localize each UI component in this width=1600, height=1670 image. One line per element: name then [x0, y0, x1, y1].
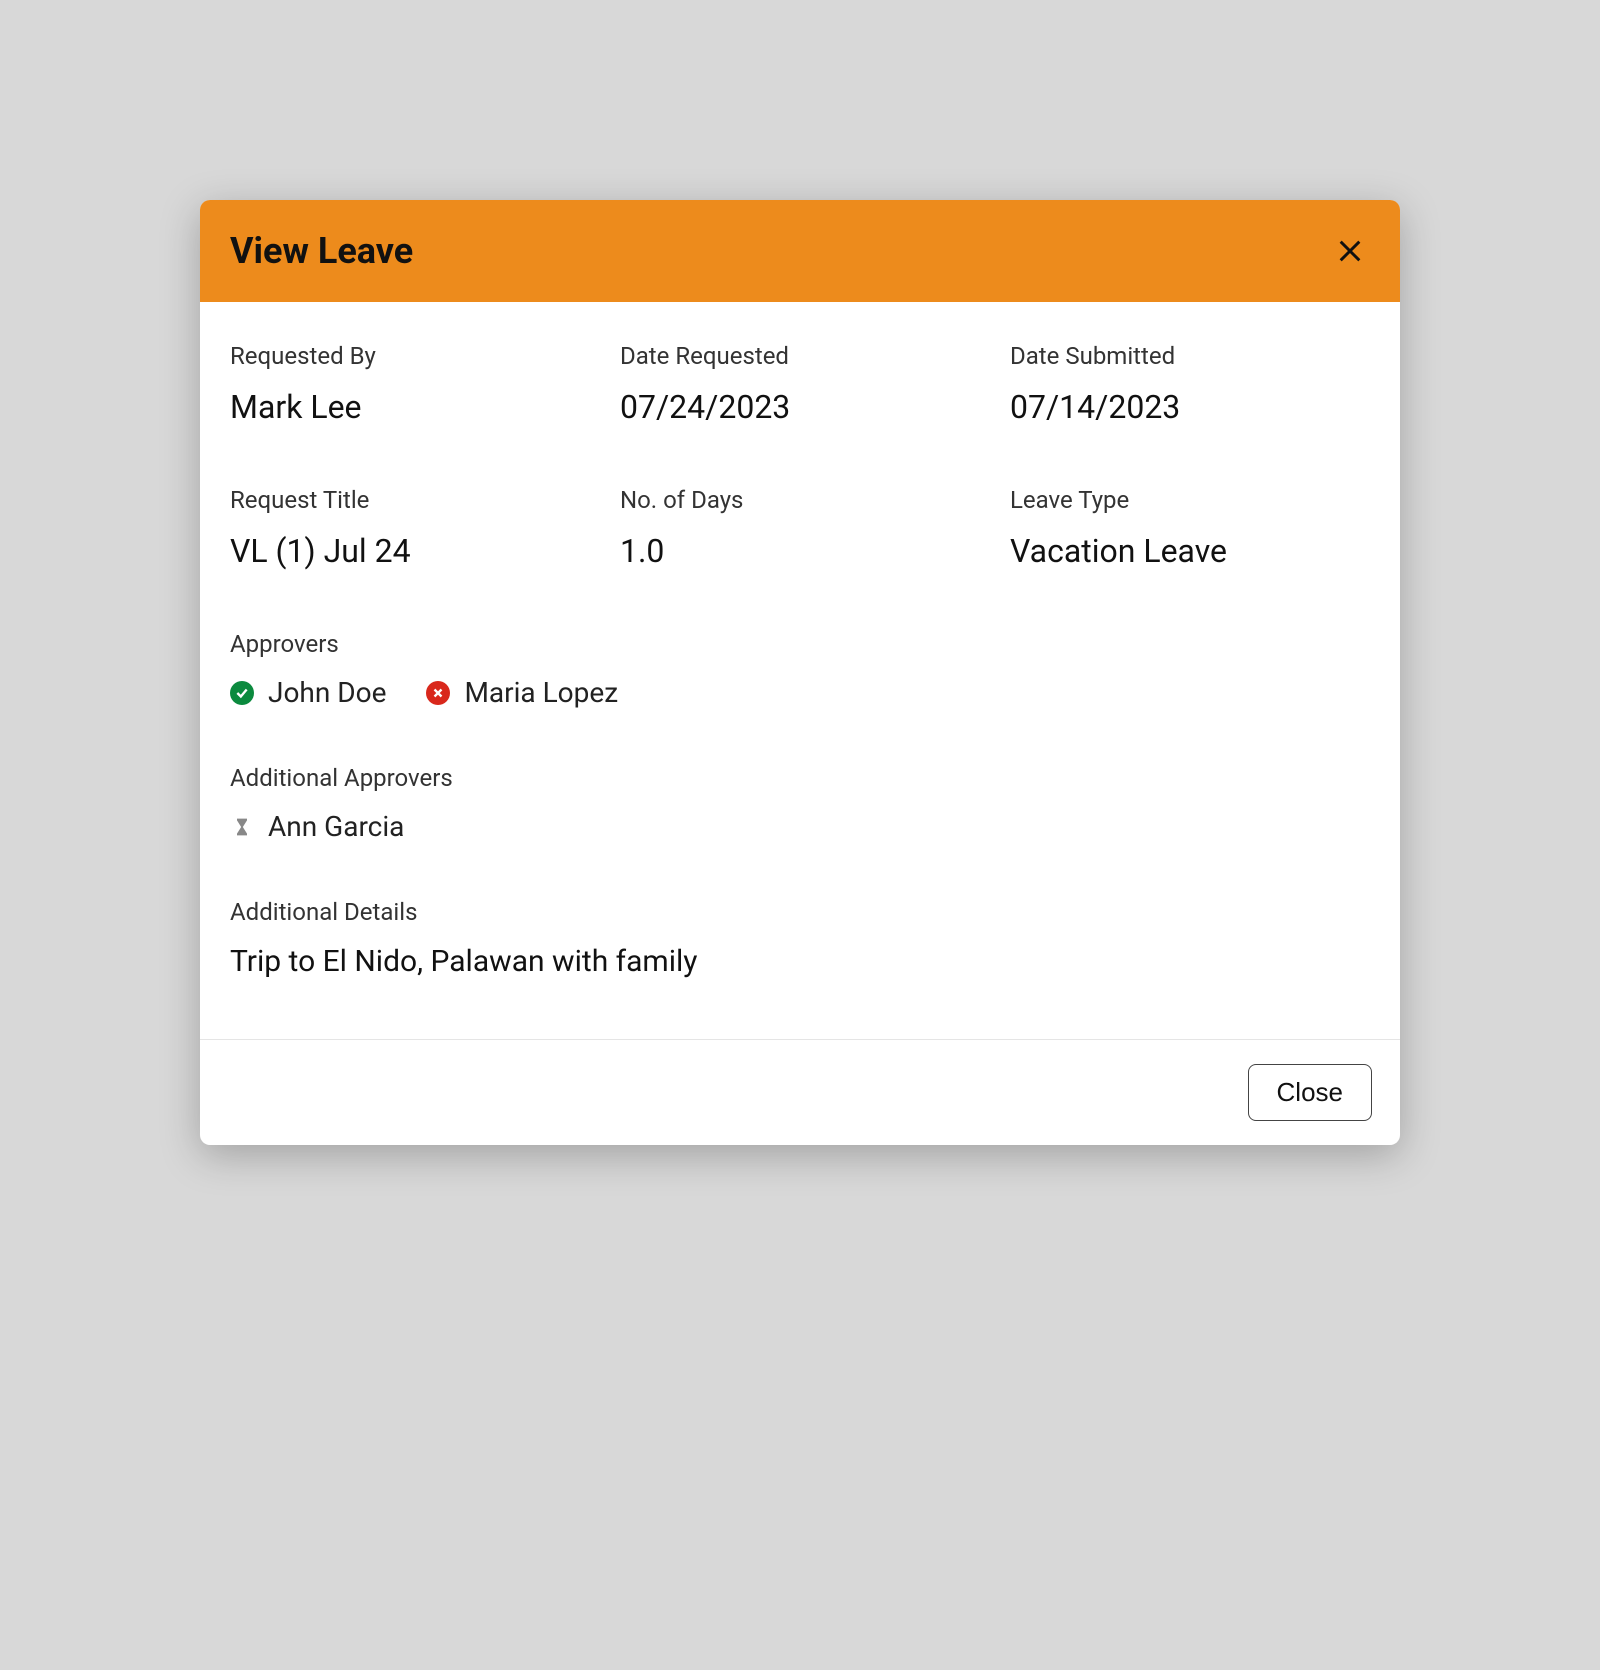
check-circle-icon	[230, 681, 254, 705]
field-label: Requested By	[230, 342, 590, 370]
approver-name: Ann Garcia	[268, 810, 404, 843]
field-label: No. of Days	[620, 486, 980, 514]
additional-details-value: Trip to El Nido, Palawan with family	[230, 944, 1370, 979]
additional-details-label: Additional Details	[230, 898, 1370, 926]
field-request-title: Request Title VL (1) Jul 24	[230, 486, 590, 570]
field-value: 1.0	[620, 532, 980, 570]
additional-approvers-row: Ann Garcia	[230, 810, 1370, 843]
field-label: Date Submitted	[1010, 342, 1370, 370]
field-date-submitted: Date Submitted 07/14/2023	[1010, 342, 1370, 426]
field-label: Request Title	[230, 486, 590, 514]
field-no-of-days: No. of Days 1.0	[620, 486, 980, 570]
modal-title: View Leave	[230, 230, 413, 272]
field-date-requested: Date Requested 07/24/2023	[620, 342, 980, 426]
view-leave-modal: View Leave Requested By Mark Lee Date Re…	[200, 200, 1400, 1145]
field-label: Date Requested	[620, 342, 980, 370]
additional-approvers-label: Additional Approvers	[230, 764, 1370, 792]
approvers-row: John Doe Maria Lopez	[230, 676, 1370, 709]
field-value: Vacation Leave	[1010, 532, 1370, 570]
field-value: 07/24/2023	[620, 388, 980, 426]
modal-body: Requested By Mark Lee Date Requested 07/…	[200, 302, 1400, 1039]
fields-grid: Requested By Mark Lee Date Requested 07/…	[230, 342, 1370, 570]
field-value: Mark Lee	[230, 388, 590, 426]
hourglass-icon	[230, 815, 254, 839]
approver-name: John Doe	[268, 676, 386, 709]
approvers-section: Approvers John Doe Maria Lopez	[230, 630, 1370, 709]
close-icon[interactable]	[1330, 231, 1370, 271]
additional-approvers-section: Additional Approvers Ann Garcia	[230, 764, 1370, 843]
field-requested-by: Requested By Mark Lee	[230, 342, 590, 426]
approver-name: Maria Lopez	[464, 676, 618, 709]
approver-item: Maria Lopez	[426, 676, 618, 709]
modal-footer: Close	[200, 1039, 1400, 1145]
approver-item: John Doe	[230, 676, 386, 709]
additional-details-section: Additional Details Trip to El Nido, Pala…	[230, 898, 1370, 979]
field-value: VL (1) Jul 24	[230, 532, 590, 570]
field-value: 07/14/2023	[1010, 388, 1370, 426]
modal-header: View Leave	[200, 200, 1400, 302]
field-leave-type: Leave Type Vacation Leave	[1010, 486, 1370, 570]
x-circle-icon	[426, 681, 450, 705]
field-label: Leave Type	[1010, 486, 1370, 514]
approver-item: Ann Garcia	[230, 810, 404, 843]
approvers-label: Approvers	[230, 630, 1370, 658]
close-button[interactable]: Close	[1248, 1064, 1372, 1121]
